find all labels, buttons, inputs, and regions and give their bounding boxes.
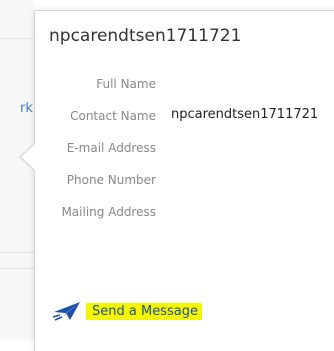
email-address-label: E-mail Address (66, 141, 156, 155)
contact-card-title: npcarendtsen1711721 (49, 26, 242, 46)
send-message-button[interactable]: Send a Message (52, 300, 202, 322)
background-divider (0, 252, 34, 253)
paper-plane-icon (52, 302, 80, 321)
background-divider (0, 38, 34, 39)
contact-name-value: npcarendtsen1711721 (171, 107, 319, 122)
phone-number-label: Phone Number (66, 173, 156, 187)
full-name-label: Full Name (96, 77, 156, 91)
contact-name-label: Contact Name (70, 109, 156, 123)
popover-arrow-fill (21, 144, 35, 170)
send-message-label[interactable]: Send a Message (86, 302, 202, 320)
mailing-address-label: Mailing Address (61, 205, 156, 219)
background-link-text[interactable]: rk (20, 101, 33, 116)
background-divider (0, 268, 34, 269)
